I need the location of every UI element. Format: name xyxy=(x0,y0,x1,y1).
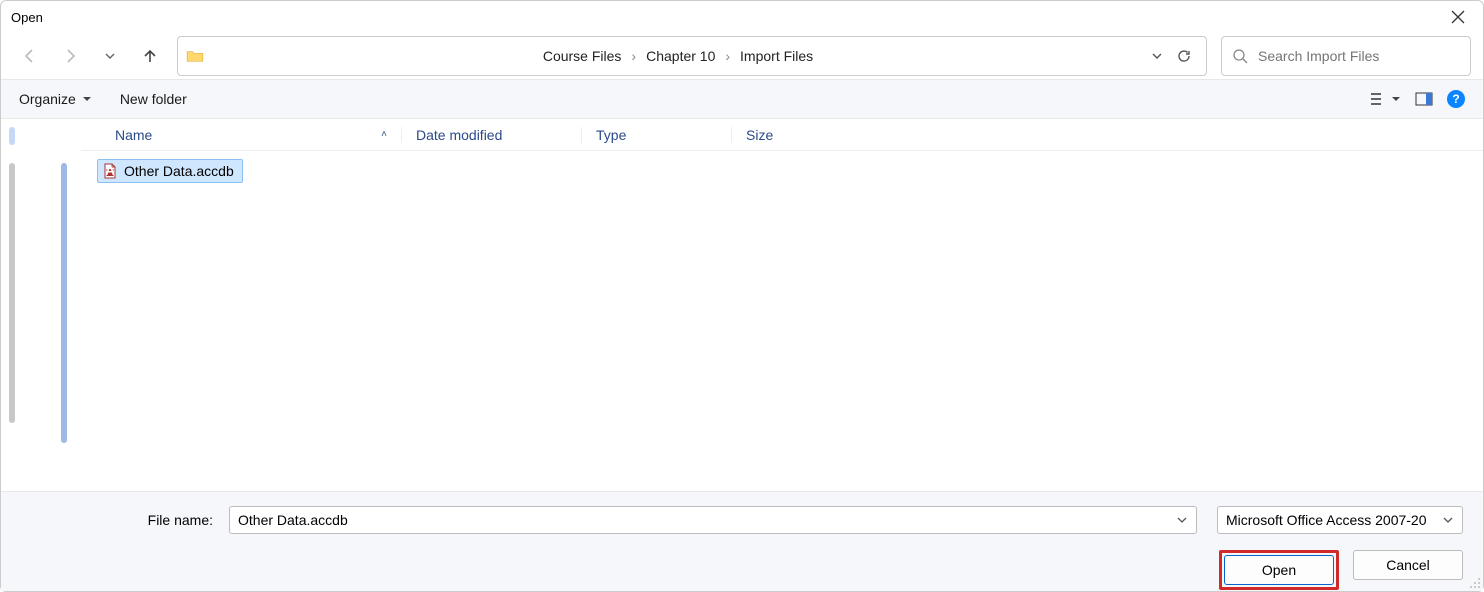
folder-icon xyxy=(186,49,204,63)
chevron-down-icon xyxy=(1150,49,1164,63)
address-history-button[interactable] xyxy=(1146,45,1168,67)
search-icon xyxy=(1232,48,1248,64)
filename-input[interactable]: Other Data.accdb xyxy=(229,506,1197,534)
breadcrumb-item[interactable]: Chapter 10 xyxy=(640,44,721,68)
arrow-right-icon xyxy=(61,47,79,65)
file-list: Name ˄ Date modified Type Size A Other D… xyxy=(81,119,1483,467)
column-headers: Name ˄ Date modified Type Size xyxy=(81,119,1483,151)
chevron-down-icon xyxy=(103,49,117,63)
title-bar: Open xyxy=(1,1,1483,33)
breadcrumb-item[interactable]: Import Files xyxy=(734,44,819,68)
svg-text:A: A xyxy=(105,163,115,178)
address-bar[interactable]: Course Files › Chapter 10 › Import Files xyxy=(177,36,1207,76)
main-area: Name ˄ Date modified Type Size A Other D… xyxy=(1,119,1483,467)
cancel-button[interactable]: Cancel xyxy=(1353,550,1463,580)
file-name: Other Data.accdb xyxy=(124,163,234,179)
caret-down-icon xyxy=(82,94,92,104)
file-type-filter[interactable]: Microsoft Office Access 2007-20 xyxy=(1217,506,1463,534)
organize-label: Organize xyxy=(19,91,76,107)
access-file-icon: A xyxy=(102,163,118,179)
footer: File name: Other Data.accdb Microsoft Of… xyxy=(1,491,1483,591)
dialog-title: Open xyxy=(11,10,43,25)
new-folder-button[interactable]: New folder xyxy=(120,91,187,107)
nav-scrollbar[interactable] xyxy=(61,163,67,443)
arrow-left-icon xyxy=(21,47,39,65)
close-icon xyxy=(1451,10,1465,24)
column-header-name[interactable]: Name ˄ xyxy=(81,127,401,143)
navigation-pane[interactable] xyxy=(1,119,81,467)
chevron-down-icon xyxy=(1442,514,1454,526)
resize-grip-icon[interactable] xyxy=(1467,575,1481,589)
refresh-button[interactable] xyxy=(1170,44,1198,68)
preview-pane-button[interactable] xyxy=(1415,92,1433,106)
search-input[interactable] xyxy=(1258,48,1460,64)
breadcrumb-item[interactable]: Course Files xyxy=(537,44,628,68)
list-view-icon xyxy=(1369,91,1387,107)
toolbar: Organize New folder ? xyxy=(1,79,1483,119)
nav-scrollbar[interactable] xyxy=(9,163,15,423)
organize-menu[interactable]: Organize xyxy=(19,91,92,107)
view-menu[interactable] xyxy=(1369,91,1401,107)
column-header-date[interactable]: Date modified xyxy=(401,127,581,143)
open-button[interactable]: Open xyxy=(1224,555,1334,585)
file-list-body[interactable]: A Other Data.accdb xyxy=(81,151,1483,467)
chevron-down-icon xyxy=(1176,514,1188,526)
column-header-size[interactable]: Size xyxy=(731,127,831,143)
filter-label: Microsoft Office Access 2007-20 xyxy=(1226,512,1427,528)
close-button[interactable] xyxy=(1443,6,1473,28)
preview-pane-icon xyxy=(1415,92,1433,106)
chevron-right-icon: › xyxy=(629,48,638,64)
help-button[interactable]: ? xyxy=(1447,90,1465,108)
nav-row: Course Files › Chapter 10 › Import Files xyxy=(1,33,1483,79)
back-button[interactable] xyxy=(13,39,47,73)
filename-dropdown[interactable] xyxy=(1176,514,1188,526)
new-folder-label: New folder xyxy=(120,91,187,107)
nav-scroll-indicator xyxy=(9,127,15,145)
file-item[interactable]: A Other Data.accdb xyxy=(97,159,243,183)
filename-value: Other Data.accdb xyxy=(238,512,348,528)
chevron-right-icon: › xyxy=(723,48,732,64)
up-button[interactable] xyxy=(133,39,167,73)
recent-locations-button[interactable] xyxy=(93,39,127,73)
filename-label: File name: xyxy=(21,512,221,528)
column-header-type[interactable]: Type xyxy=(581,127,731,143)
tutorial-highlight: Open xyxy=(1219,550,1339,590)
caret-down-icon xyxy=(1391,94,1401,104)
sort-caret-icon: ˄ xyxy=(381,129,387,140)
arrow-up-icon xyxy=(141,47,159,65)
forward-button[interactable] xyxy=(53,39,87,73)
search-box[interactable] xyxy=(1221,36,1471,76)
refresh-icon xyxy=(1176,48,1192,64)
